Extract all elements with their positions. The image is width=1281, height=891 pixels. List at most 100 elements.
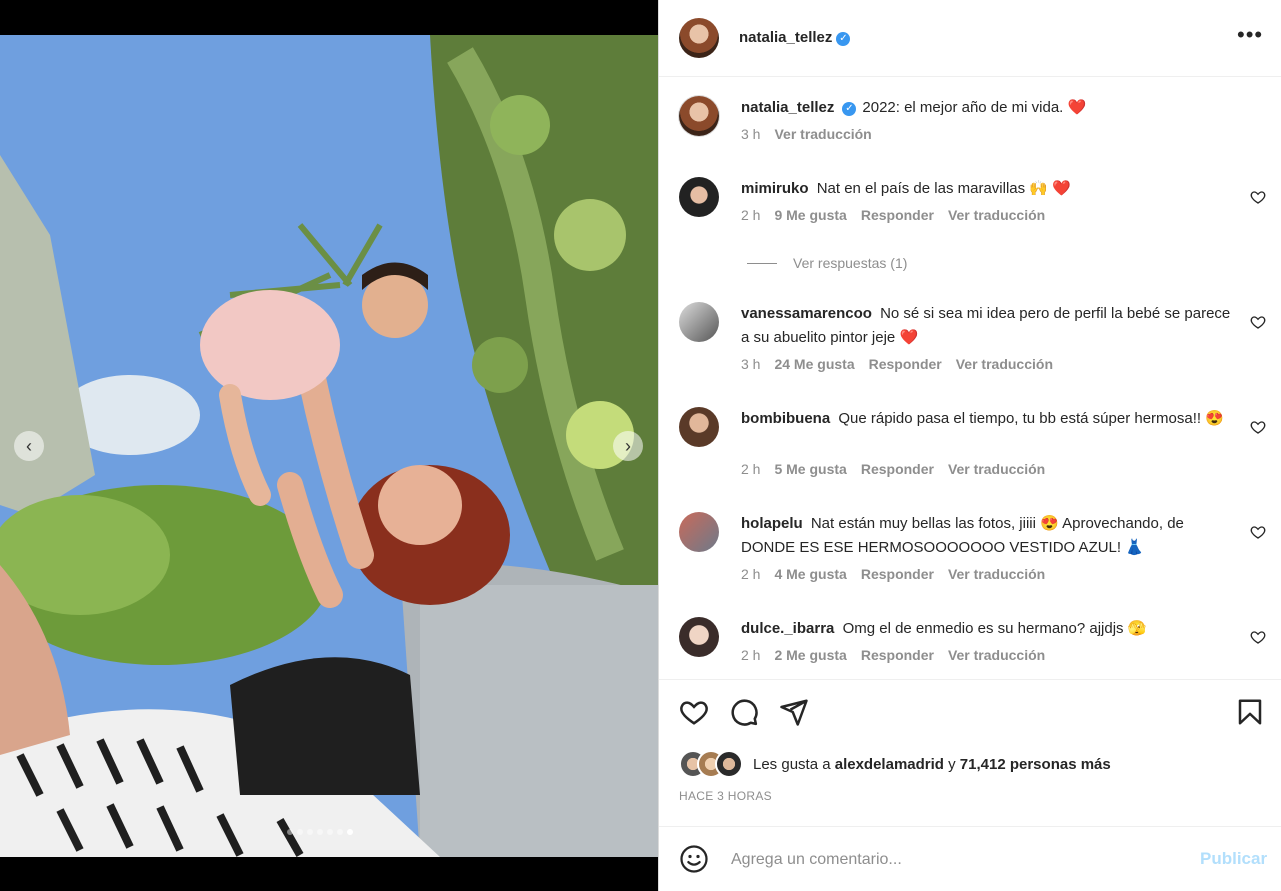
comment-meta: 3 h 24 Me gusta Responder Ver traducción	[741, 356, 1053, 372]
carousel-dot	[297, 829, 303, 835]
likes-prefix: Les gusta a	[753, 755, 831, 773]
heart-icon[interactable]	[1250, 524, 1266, 540]
carousel-indicator	[287, 829, 353, 835]
caption-text: natalia_tellez ✓ 2022: el mejor año de mi …	[741, 96, 1231, 120]
chevron-right-icon: ›	[625, 436, 631, 456]
liker-username[interactable]: alexdelamadrid	[835, 756, 944, 773]
post-photo[interactable]	[0, 35, 658, 857]
likes-summary: Les gusta a alexdelamadrid y 71,412 pers…	[679, 750, 1111, 778]
comment-icon[interactable]	[729, 697, 759, 727]
comment-likes[interactable]: 5 Me gusta	[774, 461, 846, 477]
translate-link[interactable]: Ver traducción	[948, 647, 1045, 663]
reply-link[interactable]: Responder	[861, 566, 934, 582]
comment-meta: 2 h 2 Me gusta Responder Ver traducción	[741, 647, 1045, 663]
comment-time: 3 h	[741, 356, 761, 372]
translate-link[interactable]: Ver traducción	[948, 207, 1045, 223]
view-replies-label: Ver respuestas (1)	[793, 255, 908, 271]
heart-icon[interactable]	[1250, 189, 1266, 205]
comment-text: vanessamarencoo No sé si sea mi idea per…	[741, 302, 1231, 350]
comment-text: dulce._ibarra Omg el de enmedio es su he…	[741, 617, 1231, 641]
verified-badge-icon: ✓	[836, 32, 851, 46]
comment-username[interactable]: dulce._ibarra	[741, 620, 834, 637]
view-replies-link[interactable]: Ver respuestas (1)	[747, 255, 907, 271]
photo-illustration	[0, 35, 658, 857]
comment-username[interactable]: holapelu	[741, 515, 803, 532]
avatar[interactable]	[679, 407, 719, 447]
caption-username[interactable]: natalia_tellez	[741, 99, 834, 116]
more-options-icon[interactable]: •••	[1237, 22, 1263, 48]
comment-meta: 2 h 4 Me gusta Responder Ver traducción	[741, 566, 1045, 582]
avatar[interactable]	[679, 96, 719, 136]
post-photo-area: ‹ ›	[0, 0, 658, 891]
comment-username[interactable]: bombibuena	[741, 410, 830, 427]
carousel-prev-button[interactable]: ‹	[14, 431, 44, 461]
carousel-dot	[317, 829, 323, 835]
comment-username[interactable]: mimiruko	[741, 180, 809, 197]
reply-link[interactable]: Responder	[861, 207, 934, 223]
carousel-dot	[347, 829, 353, 835]
verified-badge-icon: ✓	[842, 102, 857, 116]
comment-time: 2 h	[741, 647, 761, 663]
comment-time: 2 h	[741, 207, 761, 223]
like-heart-icon[interactable]	[679, 697, 709, 727]
replies-divider	[747, 262, 777, 264]
post-timestamp[interactable]: HACE 3 HORAS	[679, 789, 772, 803]
translate-link[interactable]: Ver traducción	[948, 461, 1045, 477]
comment-text: holapelu Nat están muy bellas las fotos,…	[741, 512, 1231, 560]
caption-time: 3 h	[741, 126, 761, 142]
comment-meta: 2 h 9 Me gusta Responder Ver traducción	[741, 207, 1045, 223]
post-actions: Les gusta a alexdelamadrid y 71,412 pers…	[659, 679, 1281, 826]
reply-link[interactable]: Responder	[869, 356, 942, 372]
avatar[interactable]	[679, 617, 719, 657]
add-comment-bar: Publicar	[659, 826, 1281, 891]
comment-input[interactable]	[729, 847, 1173, 873]
caption-body: 2022: el mejor año de mi vida. ❤️	[862, 99, 1087, 116]
post-detail-panel: natalia_tellez ✓ ••• natalia_tellez ✓ 2022:…	[658, 0, 1281, 891]
comment-time: 2 h	[741, 566, 761, 582]
heart-icon[interactable]	[1250, 314, 1266, 330]
caption-meta: 3 h Ver traducción	[741, 126, 872, 142]
comment-meta: 2 h 5 Me gusta Responder Ver traducción	[741, 461, 1045, 477]
carousel-next-button[interactable]: ›	[613, 431, 643, 461]
comment-body: Nat en el país de las maravillas 🙌 ❤️	[816, 180, 1071, 197]
bookmark-icon[interactable]	[1235, 697, 1265, 727]
translate-link[interactable]: Ver traducción	[956, 356, 1053, 372]
comment-likes[interactable]: 4 Me gusta	[774, 566, 846, 582]
reply-link[interactable]: Responder	[861, 647, 934, 663]
comment-likes[interactable]: 9 Me gusta	[774, 207, 846, 223]
avatar[interactable]	[679, 18, 719, 58]
avatar	[715, 750, 743, 778]
carousel-dot	[307, 829, 313, 835]
author-username[interactable]: natalia_tellez	[739, 29, 832, 46]
comment-text: mimiruko Nat en el país de las maravilla…	[741, 177, 1231, 201]
chevron-left-icon: ‹	[26, 436, 32, 456]
likes-conj: y	[948, 755, 956, 773]
heart-icon[interactable]	[1250, 419, 1266, 435]
likes-count[interactable]: 71,412 personas más	[960, 756, 1111, 773]
avatar[interactable]	[679, 512, 719, 552]
comment-username[interactable]: vanessamarencoo	[741, 305, 872, 322]
comment-likes[interactable]: 24 Me gusta	[774, 356, 854, 372]
avatar[interactable]	[679, 177, 719, 217]
comment-text: bombibuena Que rápido pasa el tiempo, tu…	[741, 407, 1231, 431]
author-name: natalia_tellez ✓	[739, 29, 851, 47]
reply-link[interactable]: Responder	[861, 461, 934, 477]
carousel-dot	[287, 829, 293, 835]
comments-list: natalia_tellez ✓ 2022: el mejor año de mi …	[659, 78, 1281, 680]
heart-icon[interactable]	[1250, 629, 1266, 645]
translate-link[interactable]: Ver traducción	[774, 126, 871, 142]
carousel-dot	[327, 829, 333, 835]
carousel-dot	[337, 829, 343, 835]
likes-text: Les gusta a alexdelamadrid y 71,412 pers…	[753, 756, 1111, 773]
comment-body: Omg el de enmedio es su hermano? ajjdjs …	[842, 620, 1147, 637]
post-header: natalia_tellez ✓ •••	[659, 0, 1281, 77]
publish-button[interactable]: Publicar	[1200, 849, 1267, 869]
share-icon[interactable]	[779, 697, 809, 727]
comment-body: Nat están muy bellas las fotos, jiiii 😍 …	[741, 515, 1184, 556]
comment-likes[interactable]: 2 Me gusta	[774, 647, 846, 663]
translate-link[interactable]: Ver traducción	[948, 566, 1045, 582]
comment-body: Que rápido pasa el tiempo, tu bb está sú…	[838, 410, 1224, 427]
comment-time: 2 h	[741, 461, 761, 477]
avatar[interactable]	[679, 302, 719, 342]
emoji-icon[interactable]	[679, 844, 709, 874]
